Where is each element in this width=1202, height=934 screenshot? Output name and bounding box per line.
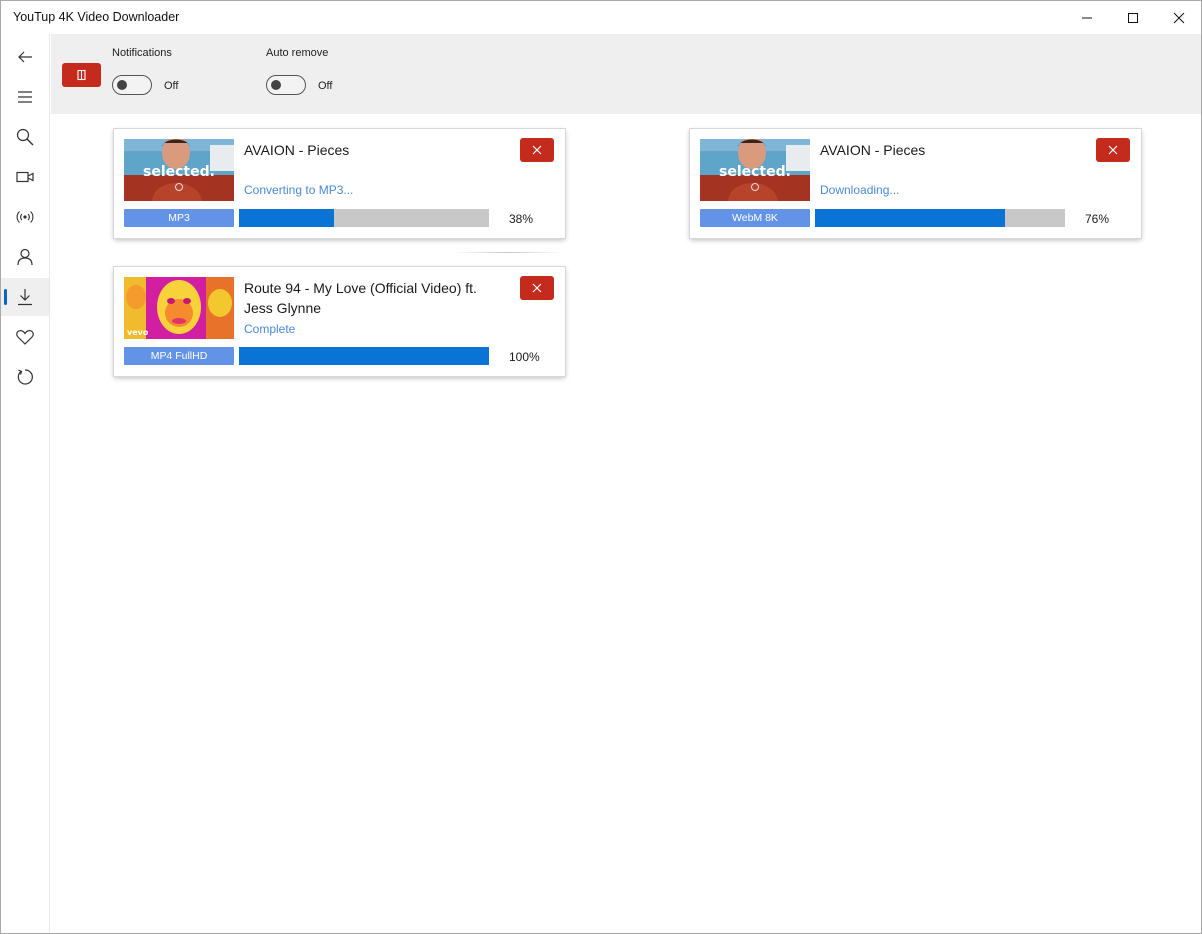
divider: [453, 252, 563, 253]
svg-text:selected.: selected.: [143, 164, 215, 180]
download-card: selected. AVAION - Pieces Downloading...…: [690, 129, 1141, 238]
video-title: Route 94 - My Love (Official Video) ft. …: [244, 280, 477, 316]
video-title: AVAION - Pieces: [820, 142, 926, 158]
nav-search-button[interactable]: [1, 118, 49, 156]
svg-text:selected.: selected.: [719, 164, 791, 180]
nav-favorites-button[interactable]: [1, 318, 49, 356]
video-thumbnail: selected.: [124, 139, 234, 201]
format-badge: MP4 FullHD: [124, 347, 234, 365]
progress-percent: 100%: [509, 350, 540, 364]
title-bar: YouTup 4K Video Downloader: [1, 1, 1201, 34]
minimize-button[interactable]: [1064, 1, 1110, 34]
cancel-download-button[interactable]: [520, 276, 554, 300]
close-icon: [1173, 12, 1185, 23]
auto-remove-toggle[interactable]: [266, 75, 306, 95]
download-status: Downloading...: [820, 183, 900, 197]
download-card: selected. AVAION - Pieces Converting to …: [114, 129, 565, 238]
cancel-download-button[interactable]: [520, 138, 554, 162]
video-thumbnail: vevo: [124, 277, 234, 339]
nav-downloads-button[interactable]: [1, 278, 49, 316]
auto-remove-label: Auto remove: [266, 47, 329, 59]
video-camera-icon: [16, 171, 34, 183]
maximize-icon: [1128, 12, 1138, 23]
search-icon: [16, 128, 34, 146]
download-status: Complete: [244, 322, 296, 336]
app-window: YouTup 4K Video Downloader Notifications…: [0, 0, 1202, 934]
cancel-download-button[interactable]: [1096, 138, 1130, 162]
back-arrow-icon: [18, 51, 32, 63]
nav-back-button[interactable]: [1, 38, 49, 76]
download-status: Converting to MP3...: [244, 183, 354, 197]
video-thumbnail: selected.: [700, 139, 810, 201]
minimize-icon: [1082, 17, 1092, 18]
toggle-knob: [117, 79, 127, 90]
hamburger-icon: [18, 91, 32, 103]
progress-fill: [815, 209, 1005, 227]
progress-bar: [239, 209, 489, 227]
svg-text:vevo: vevo: [127, 328, 149, 337]
nav-history-button[interactable]: [1, 358, 49, 396]
nav-menu-button[interactable]: [1, 78, 49, 116]
refresh-icon: [17, 369, 33, 385]
progress-percent: 76%: [1085, 212, 1110, 226]
progress-percent: 38%: [509, 212, 534, 226]
format-badge: MP3: [124, 209, 234, 227]
broadcast-icon: [16, 211, 34, 223]
close-icon: [532, 283, 542, 293]
notifications-toggle[interactable]: [112, 75, 152, 95]
close-icon: [532, 145, 542, 155]
nav-live-button[interactable]: [1, 198, 49, 236]
active-indicator: [4, 289, 7, 305]
progress-fill: [239, 347, 489, 365]
progress-bar: [239, 347, 489, 365]
progress-bar: [815, 209, 1065, 227]
format-badge: WebM 8K: [700, 209, 810, 227]
clear-downloads-button[interactable]: [62, 63, 101, 87]
close-window-button[interactable]: [1156, 1, 1202, 34]
nav-rail: [1, 34, 50, 933]
close-icon: [1108, 145, 1118, 155]
toggle-knob: [271, 79, 281, 90]
downloads-toolbar: Notifications Off Auto remove Off: [51, 34, 1201, 114]
notifications-state: Off: [164, 80, 179, 92]
download-icon: [18, 289, 32, 306]
window-title: YouTup 4K Video Downloader: [13, 10, 180, 24]
video-title: AVAION - Pieces: [244, 142, 350, 158]
download-card: vevo Route 94 - My Love (Official Video)…: [114, 267, 565, 376]
person-icon: [17, 248, 33, 266]
progress-fill: [239, 209, 334, 227]
notifications-label: Notifications: [112, 47, 172, 59]
nav-account-button[interactable]: [1, 238, 49, 276]
clear-all-icon: [76, 69, 86, 81]
auto-remove-state: Off: [318, 80, 333, 92]
heart-icon: [16, 330, 34, 345]
nav-video-button[interactable]: [1, 158, 49, 196]
maximize-button[interactable]: [1110, 1, 1156, 34]
